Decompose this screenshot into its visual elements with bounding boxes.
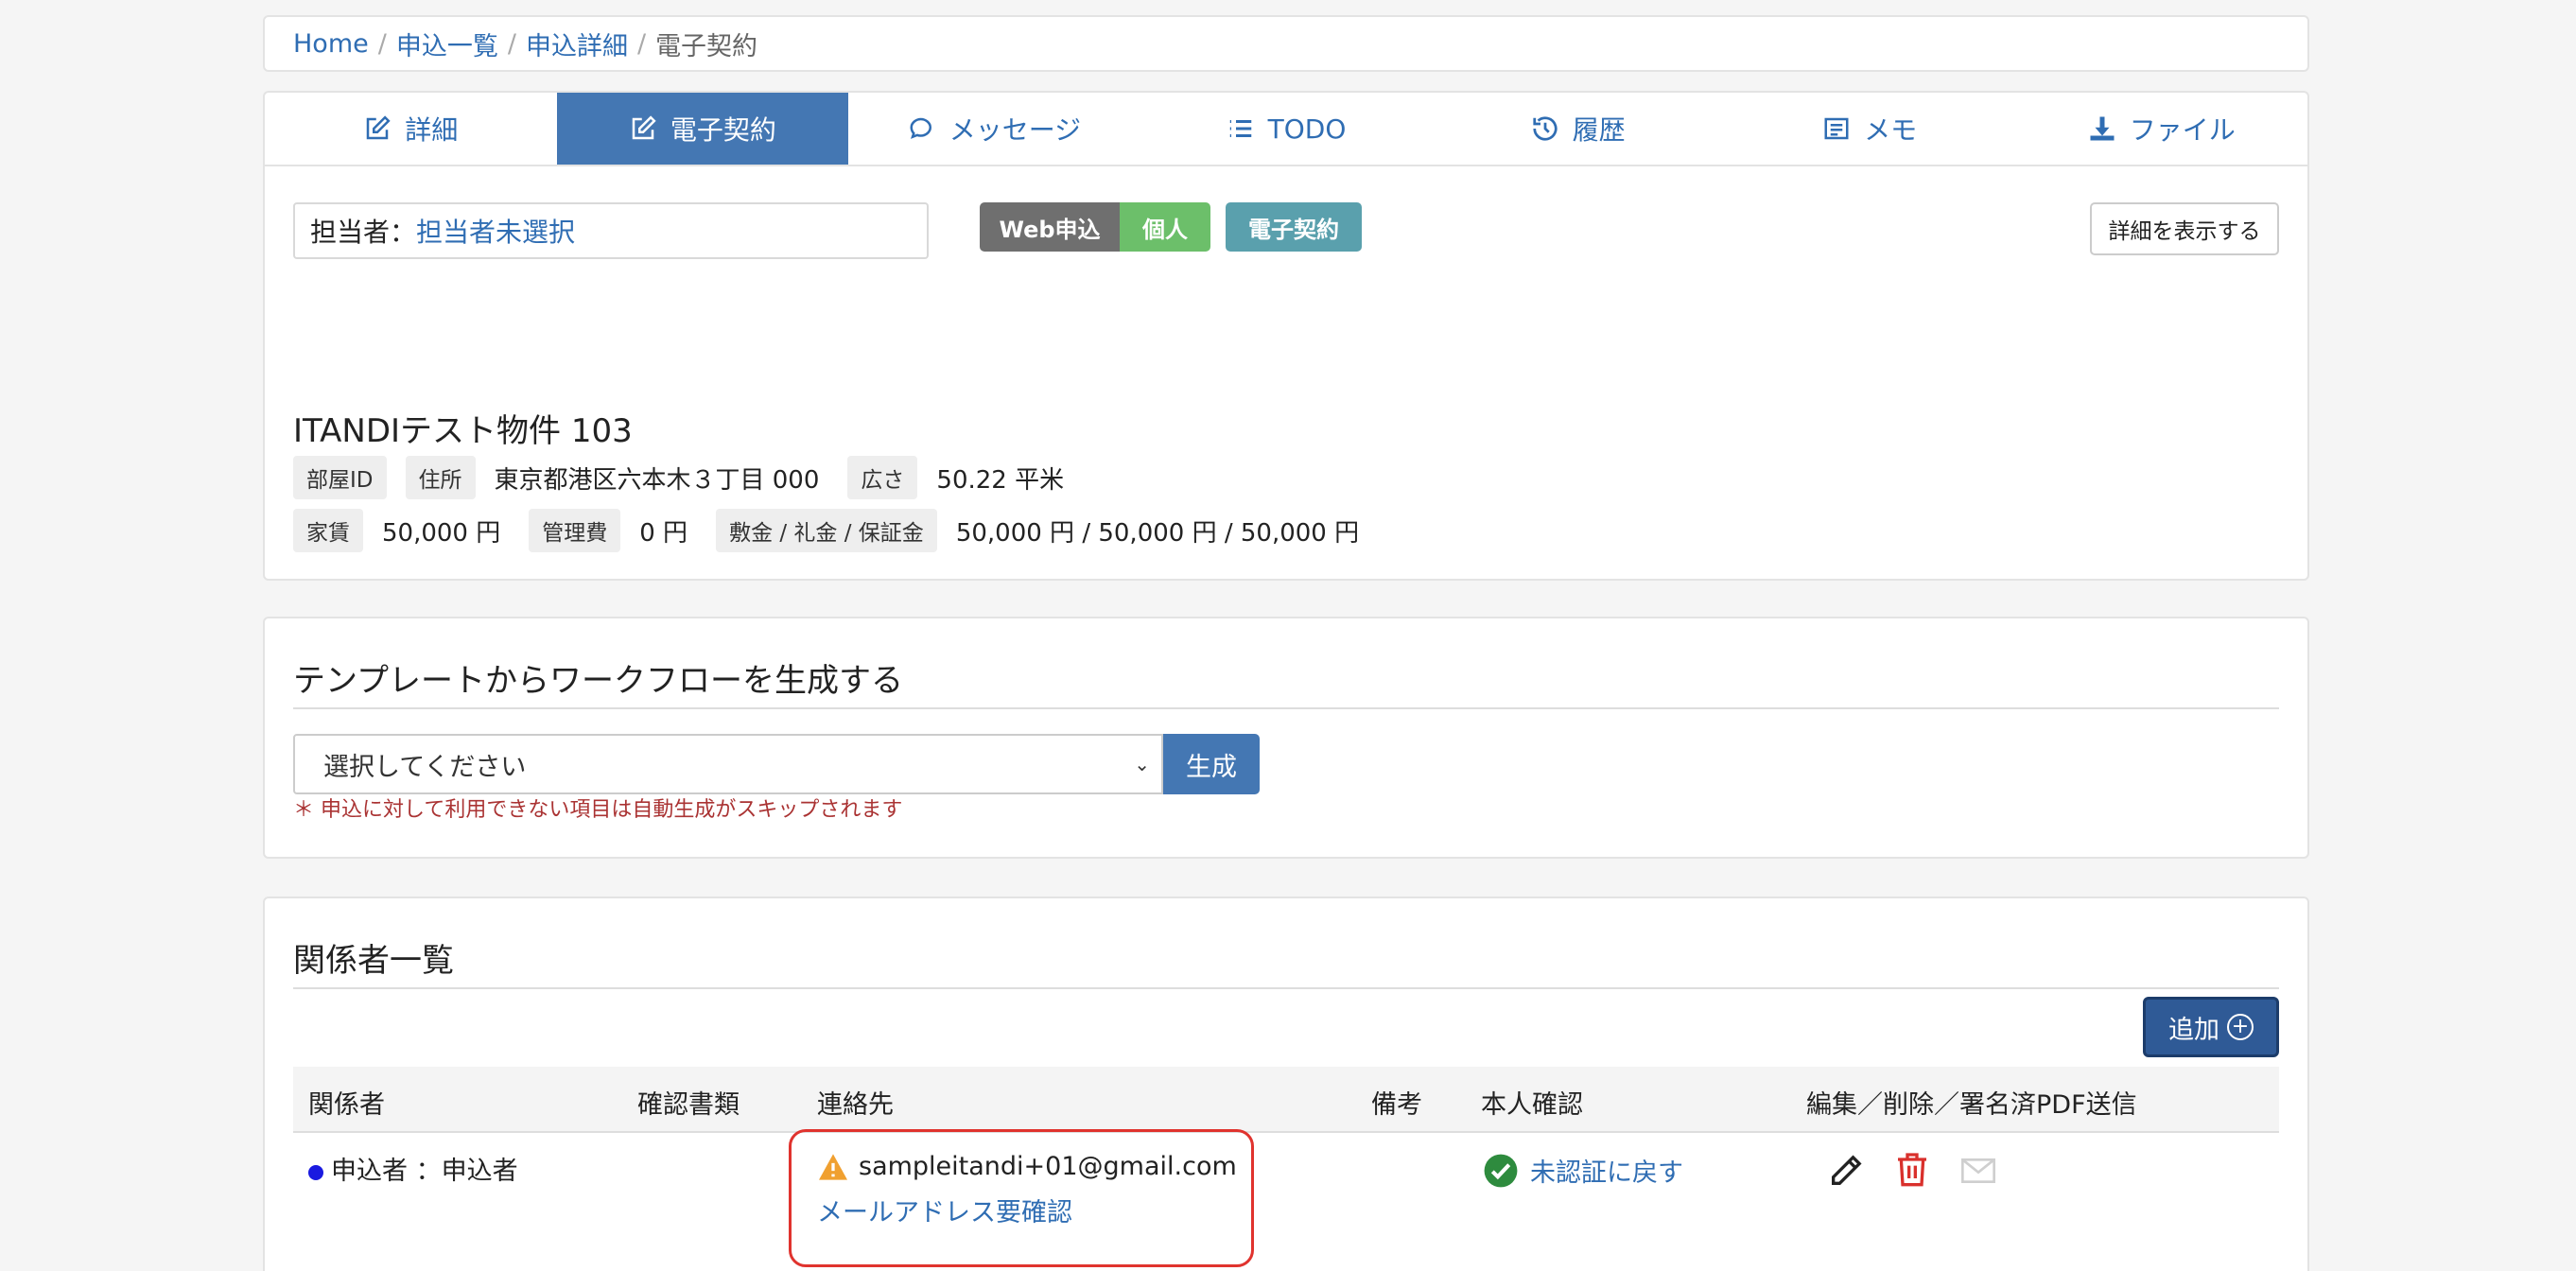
application-panel: 詳細 電子契約 メッセージ TODO 履歴 メモ ファイル 担当者： 担当者未選… [263, 91, 2309, 581]
contact-cell: sampleitandi+01@gmail.com [817, 1152, 1237, 1181]
template-select-value: 選択してください [323, 752, 527, 782]
property-cost-row: 家賃 50,000 円 管理費 0 円 敷金 / 礼金 / 保証金 50,000… [293, 509, 1387, 552]
email-address: sampleitandi+01@gmail.com [859, 1152, 1237, 1181]
tab-label: 履歴 [1572, 114, 1626, 146]
tab-label: TODO [1267, 113, 1347, 145]
header-actions: 編集／削除／署名済PDF送信 [1806, 1090, 2137, 1120]
breadcrumb-separator: / [507, 28, 516, 59]
add-label: 追加 [2168, 1015, 2219, 1045]
tab-memo[interactable]: メモ [1724, 93, 2016, 165]
table-row: 申込者 ：申込者 sampleitandi+01@gmail.com メールアド… [293, 1129, 2279, 1271]
trash-icon[interactable] [1893, 1150, 1931, 1188]
download-icon [2090, 116, 2115, 141]
pencil-icon[interactable] [1827, 1152, 1865, 1190]
tab-message[interactable]: メッセージ [848, 93, 1140, 165]
breadcrumb-separator: / [377, 28, 387, 59]
memo-icon [1824, 117, 1849, 140]
edit-icon [367, 115, 391, 140]
tab-e-contract[interactable]: 電子契約 [556, 93, 849, 165]
tab-label: 電子契約 [670, 114, 776, 146]
header-contact: 連絡先 [817, 1090, 894, 1120]
breadcrumb: Home / 申込一覧 / 申込詳細 / 電子契約 [263, 15, 2309, 72]
page: Home / 申込一覧 / 申込詳細 / 電子契約 詳細 電子契約 メッセージ … [0, 0, 2576, 1271]
show-detail-button[interactable]: 詳細を表示する [2090, 202, 2279, 255]
chevron-down-icon: ⌄ [1134, 753, 1150, 775]
party-cell: 申込者 ：申込者 [308, 1150, 518, 1187]
header-party: 関係者 [308, 1090, 385, 1120]
web-application-badge: Web申込 [980, 202, 1120, 252]
history-icon [1532, 116, 1558, 141]
tab-label: ファイル [2129, 114, 2236, 146]
individual-badge: 個人 [1120, 202, 1210, 252]
area-label: 広さ [847, 456, 918, 499]
parties-panel: 関係者一覧 追加 + 関係者 確認書類 連絡先 備考 本人確認 編集／削除／署名… [263, 897, 2309, 1271]
assignee-value[interactable]: 担当者未選択 [416, 212, 575, 250]
property-title: ITANDIテスト物件 103 [293, 412, 633, 450]
check-circle-icon [1484, 1154, 1518, 1187]
tab-bar: 詳細 電子契約 メッセージ TODO 履歴 メモ ファイル [265, 93, 2307, 166]
breadcrumb-separator: / [636, 28, 647, 59]
template-select[interactable]: 選択してください ⌄ [293, 734, 1163, 794]
edit-icon [632, 115, 656, 140]
breadcrumb-current: 電子契約 [655, 31, 758, 61]
area-value: 50.22 平米 [936, 465, 1065, 495]
divider [293, 707, 2279, 709]
revert-to-unverified-link[interactable]: 未認証に戻す [1530, 1152, 1683, 1189]
workflow-note: ＊ 申込に対して利用できない項目は自動生成がスキップされます [293, 798, 903, 822]
breadcrumb-application-detail[interactable]: 申込詳細 [526, 26, 628, 62]
status-dot [308, 1164, 323, 1180]
party-name: 申込者 ：申込者 [331, 1157, 518, 1186]
add-party-button[interactable]: 追加 + [2143, 997, 2279, 1057]
workflow-panel: テンプレートからワークフローを生成する 選択してください ⌄ 生成 ＊ 申込に対… [263, 617, 2309, 859]
status-badges: Web申込 個人 電子契約 [980, 202, 1362, 252]
tab-label: 詳細 [405, 114, 459, 146]
plus-circle-icon: + [2227, 1014, 2254, 1040]
tab-history[interactable]: 履歴 [1432, 93, 1724, 165]
table-header: 関係者 確認書類 連絡先 備考 本人確認 編集／削除／署名済PDF送信 [293, 1067, 2279, 1133]
workflow-title: テンプレートからワークフローを生成する [293, 662, 903, 700]
rent-value: 50,000 円 [382, 518, 501, 548]
rent-label: 家賃 [293, 509, 363, 552]
assignee-label: 担当者： [310, 217, 417, 248]
address-value: 東京都港区六本木３丁目 000 [494, 465, 820, 495]
deposit-value: 50,000 円 / 50,000 円 / 50,000 円 [955, 518, 1360, 548]
header-docs: 確認書類 [637, 1090, 740, 1120]
address-label: 住所 [405, 456, 476, 499]
assignee-field[interactable]: 担当者： 担当者未選択 [293, 202, 929, 259]
tab-label: メッセージ [949, 114, 1082, 146]
breadcrumb-home[interactable]: Home [293, 29, 369, 59]
divider [293, 987, 2279, 989]
tab-todo[interactable]: TODO [1140, 93, 1433, 165]
parties-title: 関係者一覧 [293, 942, 454, 980]
identity-cell: 未認証に戻す [1483, 1152, 1683, 1189]
e-contract-badge: 電子契約 [1226, 202, 1362, 252]
list-icon [1229, 120, 1251, 137]
generate-button[interactable]: 生成 [1163, 734, 1260, 794]
header-remarks: 備考 [1371, 1090, 1422, 1120]
management-fee-label: 管理費 [529, 509, 621, 552]
breadcrumb-application-list[interactable]: 申込一覧 [396, 26, 498, 62]
property-info-row: 部屋ID 住所 東京都港区六本木３丁目 000 広さ 50.22 平米 [293, 456, 1092, 499]
email-verification-link[interactable]: メールアドレス要確認 [817, 1192, 1072, 1228]
warning-icon [819, 1153, 847, 1180]
chat-icon [910, 117, 931, 139]
management-fee-value: 0 円 [639, 518, 688, 548]
send-mail-icon[interactable] [1959, 1152, 1997, 1190]
tab-file[interactable]: ファイル [2015, 93, 2307, 165]
header-identity: 本人確認 [1481, 1090, 1583, 1120]
room-id-label: 部屋ID [293, 456, 387, 499]
tab-detail[interactable]: 詳細 [265, 93, 557, 165]
tab-label: メモ [1864, 114, 1918, 146]
deposit-label: 敷金 / 礼金 / 保証金 [716, 509, 937, 552]
